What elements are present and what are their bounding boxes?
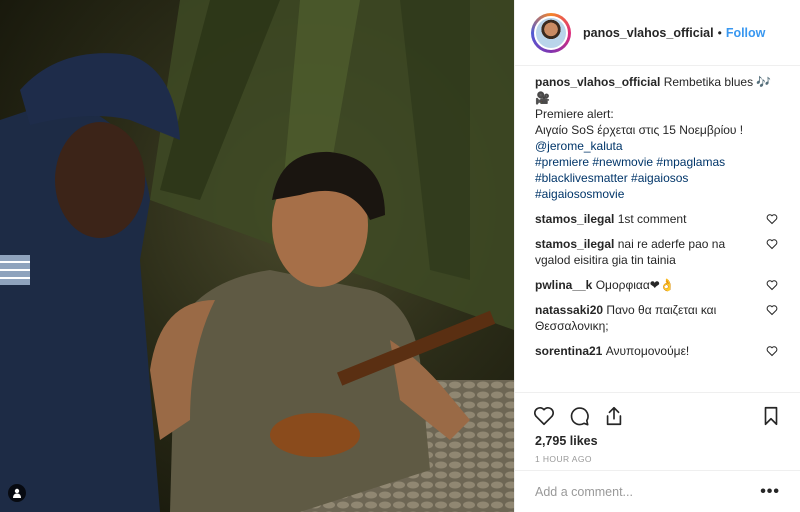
more-options-button[interactable]: ••• xyxy=(760,483,780,501)
avatar[interactable] xyxy=(531,12,571,53)
comment-username[interactable]: stamos_ilegal xyxy=(535,212,614,226)
user-tag-icon[interactable] xyxy=(8,484,26,502)
comment-username[interactable]: pwlina__k xyxy=(535,278,592,292)
comment-username[interactable]: natassaki20 xyxy=(535,303,603,317)
like-comment-icon[interactable] xyxy=(766,279,778,291)
hashtag[interactable]: #aigaiosos xyxy=(631,171,688,185)
comment-username[interactable]: stamos_ilegal xyxy=(535,237,614,251)
post-photo[interactable] xyxy=(0,0,514,512)
comment-item: stamos_ilegal 1st comment xyxy=(535,211,784,227)
photo-scene xyxy=(0,0,514,512)
caption-username[interactable]: panos_vlahos_official xyxy=(535,75,660,89)
avatar-image xyxy=(534,15,568,50)
post-header: panos_vlahos_official • Follow xyxy=(515,0,800,66)
bookmark-icon[interactable] xyxy=(760,405,782,427)
follow-button[interactable]: Follow xyxy=(726,26,766,40)
hashtag[interactable]: #blacklivesmatter xyxy=(535,171,628,185)
post-caption: panos_vlahos_official Rembetika blues 🎶🎥… xyxy=(535,74,784,202)
comment-username[interactable]: sorentina21 xyxy=(535,344,602,358)
comment-text: Ανυπομονούμε! xyxy=(605,344,690,358)
post-timestamp: 1 HOUR AGO xyxy=(535,454,592,464)
like-comment-icon[interactable] xyxy=(766,238,778,250)
like-comment-icon[interactable] xyxy=(766,304,778,316)
like-comment-icon[interactable] xyxy=(766,213,778,225)
comment-item: stamos_ilegal nai re aderfe pao na vgalo… xyxy=(535,236,784,268)
share-icon[interactable] xyxy=(603,405,625,427)
caption-mention[interactable]: @jerome_kaluta xyxy=(535,139,623,153)
post-actions: 2,795 likes 1 HOUR AGO ••• xyxy=(515,392,800,512)
comment-text: 1st comment xyxy=(617,212,687,226)
post-sidebar: panos_vlahos_official • Follow panos_vla… xyxy=(514,0,800,512)
comment-item: pwlina__k Ομορφιαα❤👌 xyxy=(535,277,784,293)
action-icons xyxy=(515,393,800,431)
comment-input[interactable] xyxy=(535,484,761,499)
comment-text: Ομορφιαα❤👌 xyxy=(595,278,675,292)
comments-list[interactable]: panos_vlahos_official Rembetika blues 🎶🎥… xyxy=(515,74,800,392)
hashtag[interactable]: #mpaglamas xyxy=(656,155,725,169)
heart-icon[interactable] xyxy=(533,405,555,427)
like-comment-icon[interactable] xyxy=(766,345,778,357)
hashtag[interactable]: #newmovie xyxy=(592,155,653,169)
hashtag[interactable]: #aigaiososmovie xyxy=(535,187,624,201)
comment-item: sorentina21 Ανυπομονούμε! xyxy=(535,343,784,359)
author-username[interactable]: panos_vlahos_official xyxy=(583,26,714,40)
comment-icon[interactable] xyxy=(568,405,590,427)
comment-composer: ••• xyxy=(515,470,800,512)
caption-line-3: Αιγαίο SoS έρχεται στις 15 Νοεμβρίου ! xyxy=(535,123,744,137)
comment-item: natassaki20 Πανο θα παιζεται και Θεσσαλο… xyxy=(535,302,784,334)
likes-count[interactable]: 2,795 likes xyxy=(515,434,800,448)
hashtag[interactable]: #premiere xyxy=(535,155,589,169)
separator-dot: • xyxy=(717,25,722,40)
caption-line-2: Premiere alert: xyxy=(535,107,614,121)
